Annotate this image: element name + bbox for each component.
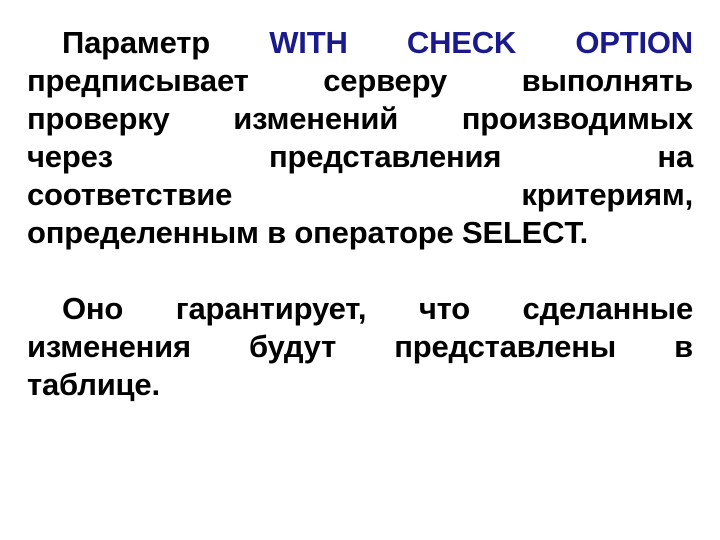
slide-canvas: Параметр WITH CHECK OPTION предписывает …	[0, 0, 720, 540]
line-p1l4: через представления на	[27, 139, 693, 174]
line-p1l5: соответствие критериям,	[27, 177, 693, 212]
line-p1l3: проверку изменений производимых	[27, 101, 693, 136]
paragraph-1: Параметр WITH CHECK OPTION предписывает …	[27, 24, 693, 252]
line-p2l2: изменения будут представлены в	[27, 329, 693, 364]
line-p2l1: Оно гарантирует, что сделанные	[62, 291, 693, 326]
paragraph-2: Оно гарантирует, что сделанные изменения…	[27, 290, 693, 404]
line-p1l2: предписывает серверу выполнять	[27, 63, 693, 98]
line-p1l6: определенным в операторе SELECT.	[27, 215, 589, 250]
line-p2l3: таблице.	[27, 367, 160, 402]
keyword-with-check-option: WITH CHECK OPTION	[269, 25, 693, 60]
slide-text-block: Параметр WITH CHECK OPTION предписывает …	[27, 24, 693, 404]
line-p1l1: Параметр WITH CHECK OPTION	[27, 24, 693, 62]
line-p1l1-text: Параметр	[62, 25, 270, 60]
